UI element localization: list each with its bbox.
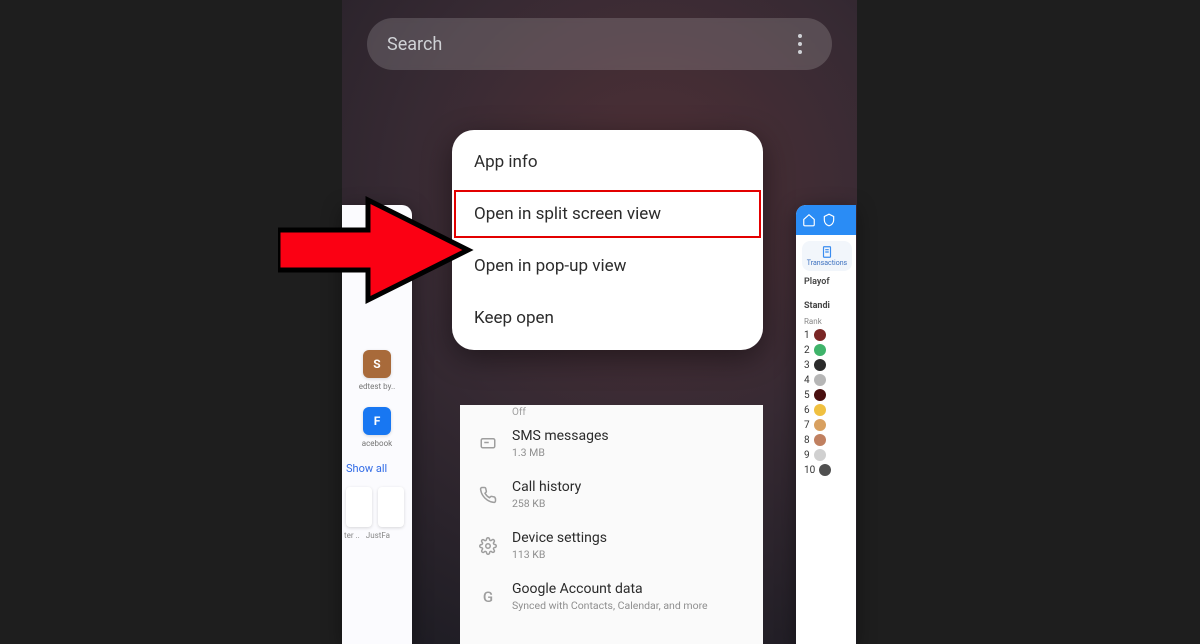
rank-row: 10: [804, 464, 856, 476]
app-tile-facebook[interactable]: F acebook: [342, 407, 412, 448]
rank-row: 2: [804, 344, 856, 356]
search-bar[interactable]: Search: [367, 18, 832, 70]
app-header-bar: [796, 205, 856, 235]
settings-row-call[interactable]: Call history 258 KB: [460, 469, 763, 520]
rank-row: 8: [804, 434, 856, 446]
menu-popup-view[interactable]: Open in pop-up view: [452, 240, 763, 292]
context-menu: App info Open in split screen view Open …: [452, 130, 763, 350]
phone-screen: Search S edtest by.. F acebook Show all …: [342, 0, 857, 644]
message-icon: [478, 435, 498, 453]
rank-row: 5: [804, 389, 856, 401]
gear-icon: [478, 537, 498, 555]
rank-row: 4: [804, 374, 856, 386]
home-icon: [802, 213, 816, 227]
settings-row-device[interactable]: Device settings 113 KB: [460, 520, 763, 571]
app-tile-speedtest[interactable]: S edtest by..: [342, 350, 412, 391]
rank-row: 1: [804, 329, 856, 341]
rank-row: 7: [804, 419, 856, 431]
mini-card[interactable]: [346, 487, 372, 527]
rank-header: Rank: [804, 317, 850, 326]
search-placeholder: Search: [387, 34, 442, 55]
more-icon[interactable]: [788, 32, 812, 56]
menu-keep-open[interactable]: Keep open: [452, 292, 763, 344]
recents-card-left[interactable]: S edtest by.. F acebook Show all ter .. …: [342, 205, 412, 644]
receipt-icon: [820, 245, 834, 259]
mini-card[interactable]: [378, 487, 404, 527]
headline: Playof: [804, 277, 850, 287]
menu-app-info[interactable]: App info: [452, 136, 763, 188]
standings-title: Standi: [804, 301, 850, 311]
transactions-tab[interactable]: Transactions: [802, 241, 852, 271]
shield-icon: [822, 213, 836, 227]
rank-row: 6: [804, 404, 856, 416]
rank-row: 3: [804, 359, 856, 371]
recents-card-center-settings[interactable]: Off SMS messages 1.3 MB Call history 258…: [460, 405, 763, 644]
setting-off-label: Off: [512, 407, 763, 418]
recents-card-right[interactable]: Transactions Playof Standi Rank 1 2 3 4 …: [796, 205, 856, 644]
google-icon: G: [478, 588, 498, 606]
menu-split-screen[interactable]: Open in split screen view: [452, 188, 763, 240]
settings-row-google[interactable]: G Google Account data Synced with Contac…: [460, 571, 763, 622]
settings-row-sms[interactable]: SMS messages 1.3 MB: [460, 418, 763, 469]
phone-icon: [478, 486, 498, 504]
rank-row: 9: [804, 449, 856, 461]
show-all-link[interactable]: Show all: [346, 462, 412, 475]
